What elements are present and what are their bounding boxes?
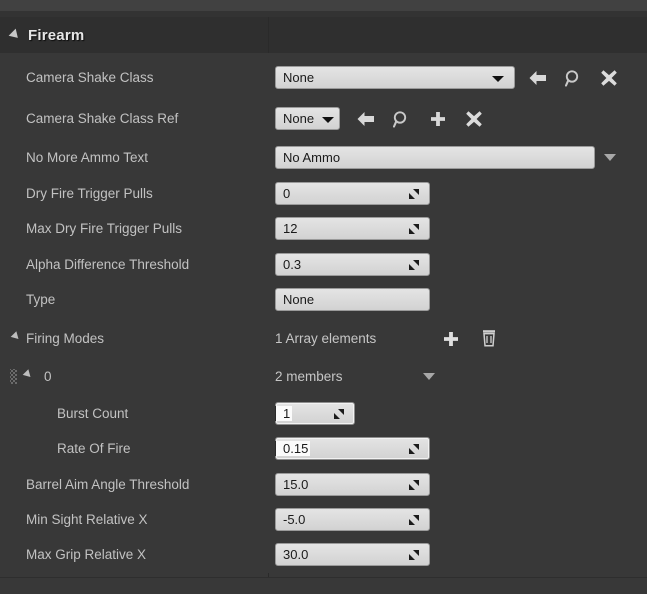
value-text: None bbox=[283, 111, 315, 126]
numeric-input-barrel-aim-angle-threshold[interactable]: 15.0 bbox=[275, 473, 430, 496]
numeric-input-max-dry-fire-trigger-pulls[interactable]: 12 bbox=[275, 217, 430, 240]
value-text: 30.0 bbox=[283, 547, 309, 562]
value-text: 0.3 bbox=[283, 257, 302, 272]
property-label-no-more-ammo-text: No More Ammo Text bbox=[26, 150, 149, 165]
value-text: -5.0 bbox=[283, 512, 306, 527]
property-label-alpha-difference-threshold: Alpha Difference Threshold bbox=[26, 257, 190, 272]
browse-icon[interactable] bbox=[390, 101, 412, 136]
numeric-input-alpha-difference-threshold[interactable]: 0.3 bbox=[275, 253, 430, 276]
numeric-input-max-grip-relative-x[interactable]: 30.0 bbox=[275, 543, 430, 566]
property-label-camera-shake-class-ref: Camera Shake Class Ref bbox=[26, 111, 179, 126]
delete-all-icon[interactable] bbox=[478, 321, 500, 356]
property-label-dry-fire-trigger-pulls: Dry Fire Trigger Pulls bbox=[26, 186, 153, 201]
property-label-max-dry-fire-trigger-pulls: Max Dry Fire Trigger Pulls bbox=[26, 221, 183, 236]
property-row: Max Grip Relative X 30.0 bbox=[0, 537, 647, 572]
property-row: Rate Of Fire 0.15 bbox=[0, 431, 647, 466]
value-text: 12 bbox=[283, 221, 298, 236]
property-label-max-grip-relative-x: Max Grip Relative X bbox=[26, 547, 147, 562]
property-row: Dry Fire Trigger Pulls 0 bbox=[0, 176, 647, 211]
page-title: Firearm bbox=[28, 26, 85, 44]
chevron-down-icon[interactable] bbox=[322, 117, 334, 123]
property-label-camera-shake-class: Camera Shake Class bbox=[26, 70, 154, 85]
clear-icon[interactable] bbox=[463, 101, 485, 136]
property-row: Camera Shake Class None bbox=[0, 60, 647, 95]
property-row: 0 2 members bbox=[0, 359, 647, 394]
chevron-down-icon[interactable] bbox=[423, 373, 435, 380]
property-row: Firing Modes 1 Array elements bbox=[0, 321, 647, 356]
category-header-firearm[interactable]: Firearm bbox=[0, 17, 647, 53]
spinner-arrows-icon[interactable] bbox=[408, 223, 420, 235]
property-row: Type None bbox=[0, 282, 647, 317]
property-row: Alpha Difference Threshold 0.3 bbox=[0, 247, 647, 282]
chevron-down-icon[interactable] bbox=[604, 154, 616, 161]
details-panel: Firearm Camera Shake Class None Camera Sha… bbox=[0, 0, 647, 594]
value-text: 0 bbox=[283, 186, 291, 201]
value-text: None bbox=[283, 292, 315, 307]
text-input-type[interactable]: None bbox=[275, 288, 430, 311]
class-picker-camera-shake-class[interactable]: None bbox=[275, 66, 515, 89]
value-text: No Ammo bbox=[283, 150, 341, 165]
property-row: Min Sight Relative X -5.0 bbox=[0, 502, 647, 537]
value-text: 1 bbox=[275, 406, 293, 421]
numeric-input-min-sight-relative-x[interactable]: -5.0 bbox=[275, 508, 430, 531]
expand-triangle-icon[interactable] bbox=[10, 331, 22, 342]
property-row: Barrel Aim Angle Threshold 15.0 bbox=[0, 467, 647, 502]
value-text: None bbox=[283, 70, 315, 85]
spinner-arrows-icon[interactable] bbox=[408, 479, 420, 491]
text-input-no-more-ammo-text[interactable]: No Ammo bbox=[275, 146, 595, 169]
numeric-input-burst-count[interactable]: 1 bbox=[275, 402, 355, 425]
value-text: 15.0 bbox=[283, 477, 309, 492]
property-label-firing-modes: Firing Modes bbox=[26, 331, 105, 346]
property-row: Max Dry Fire Trigger Pulls 12 bbox=[0, 211, 647, 246]
property-label-min-sight-relative-x: Min Sight Relative X bbox=[26, 512, 148, 527]
bottom-separator bbox=[0, 577, 647, 578]
property-label-burst-count: Burst Count bbox=[57, 406, 129, 421]
spinner-arrows-icon[interactable] bbox=[408, 188, 420, 200]
property-label-firing-modes-0: 0 bbox=[44, 369, 52, 384]
value-text: 0.15 bbox=[275, 441, 311, 456]
spinner-arrows-icon[interactable] bbox=[408, 443, 420, 455]
back-arrow-icon[interactable] bbox=[527, 60, 549, 95]
panel-top-strip bbox=[0, 0, 647, 11]
property-label-type: Type bbox=[26, 292, 56, 307]
property-row: Burst Count 1 bbox=[0, 396, 647, 431]
array-element-count: 1 Array elements bbox=[275, 331, 377, 346]
struct-member-count: 2 members bbox=[275, 369, 343, 384]
spinner-arrows-icon[interactable] bbox=[408, 514, 420, 526]
property-label-barrel-aim-angle-threshold: Barrel Aim Angle Threshold bbox=[26, 477, 190, 492]
browse-icon[interactable] bbox=[562, 60, 584, 95]
spinner-arrows-icon[interactable] bbox=[408, 549, 420, 561]
back-arrow-icon[interactable] bbox=[355, 101, 377, 136]
spinner-arrows-icon[interactable] bbox=[408, 259, 420, 271]
expand-triangle-icon[interactable] bbox=[22, 369, 34, 380]
triangle-down-icon[interactable] bbox=[8, 28, 22, 42]
add-icon[interactable] bbox=[427, 101, 449, 136]
add-element-icon[interactable] bbox=[440, 321, 462, 356]
chevron-down-icon[interactable] bbox=[492, 76, 504, 82]
clear-icon[interactable] bbox=[598, 60, 620, 95]
property-label-rate-of-fire: Rate Of Fire bbox=[57, 441, 131, 456]
spinner-arrows-icon[interactable] bbox=[333, 408, 345, 420]
drag-handle-icon[interactable] bbox=[10, 369, 17, 384]
property-row: Camera Shake Class Ref None bbox=[0, 101, 647, 136]
numeric-input-dry-fire-trigger-pulls[interactable]: 0 bbox=[275, 182, 430, 205]
asset-picker-camera-shake-class-ref[interactable]: None bbox=[275, 107, 340, 130]
numeric-input-rate-of-fire[interactable]: 0.15 bbox=[275, 437, 430, 460]
property-row: No More Ammo Text No Ammo bbox=[0, 140, 647, 175]
